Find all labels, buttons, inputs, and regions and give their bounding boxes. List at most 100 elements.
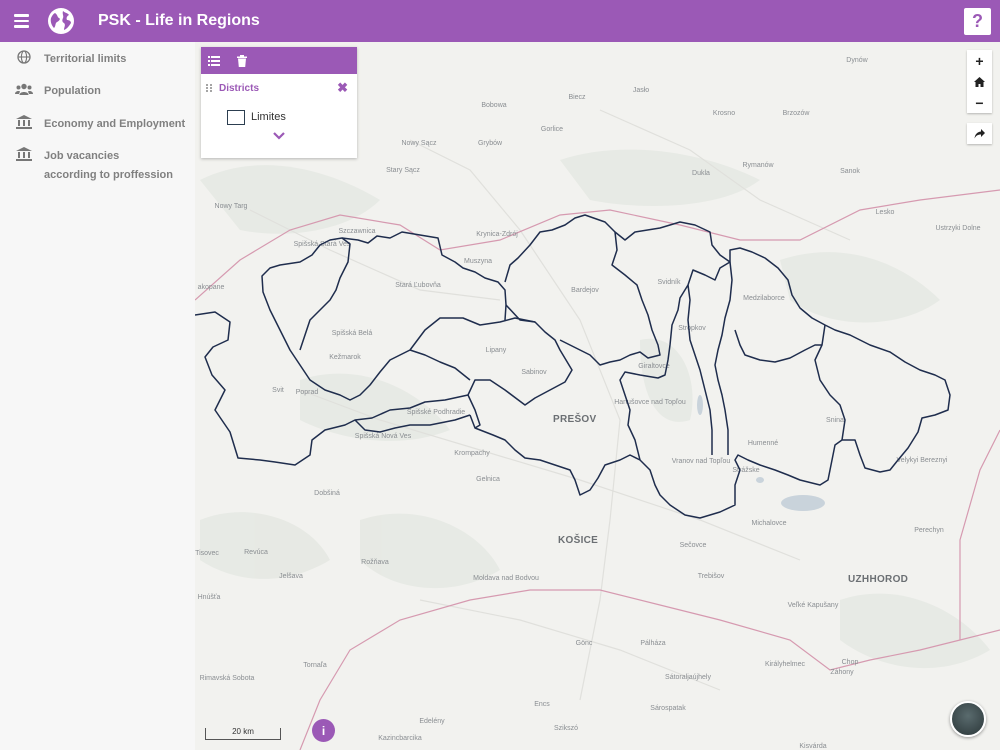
- place-label: Edelény: [419, 718, 445, 725]
- menu-icon[interactable]: [0, 0, 42, 42]
- layer-item-label: Limites: [251, 111, 286, 123]
- place-label: Stará Ľubovňa: [395, 282, 441, 289]
- place-label: Stropkov: [678, 325, 706, 332]
- place-label: Sečovce: [680, 542, 707, 549]
- place-label: Humenné: [748, 440, 778, 447]
- sidebar-item-label: Job vacancies according to proffession: [44, 150, 173, 181]
- place-label: Jasło: [633, 87, 649, 94]
- bank-icon: [16, 115, 32, 129]
- share-button[interactable]: [967, 123, 992, 144]
- layer-item-limites[interactable]: Limites: [201, 102, 357, 132]
- place-label: Kisvárda: [799, 743, 826, 750]
- place-label: akopane: [198, 284, 225, 291]
- place-label: Spišské Podhradie: [407, 409, 465, 416]
- layer-group-row: Districts ✖: [201, 74, 357, 102]
- list-icon[interactable]: [208, 55, 220, 67]
- place-label: Medzilaborce: [743, 295, 785, 302]
- top-bar: PSK - Life in Regions ?: [0, 0, 1000, 42]
- place-label: Kazincbarcika: [378, 735, 422, 742]
- place-label: Gönc: [576, 640, 593, 647]
- zoom-out-button[interactable]: −: [967, 92, 992, 113]
- close-icon[interactable]: ✖: [337, 80, 348, 96]
- home-button[interactable]: [967, 71, 992, 92]
- help-button[interactable]: ?: [964, 8, 991, 35]
- sidebar-item-population[interactable]: Population: [0, 76, 101, 101]
- info-button[interactable]: i: [312, 719, 335, 742]
- globe-icon: [17, 50, 31, 64]
- place-label: Krynica-Zdrój: [476, 231, 518, 238]
- share-arrow-icon: [974, 128, 985, 138]
- sidebar-item-territorial-limits[interactable]: Territorial limits: [0, 44, 126, 69]
- place-label: Lesko: [876, 209, 895, 216]
- region-label: UZHHOROD: [848, 574, 908, 585]
- share-control: [967, 123, 992, 144]
- place-label: Muszyna: [464, 258, 492, 265]
- place-label: Bobowa: [481, 102, 506, 109]
- region-label: PREŠOV: [553, 412, 597, 425]
- place-label: Krompachy: [454, 450, 490, 457]
- place-label: Grybów: [478, 140, 503, 147]
- place-label: Moldava nad Bodvou: [473, 575, 539, 582]
- baselayer-switcher-button[interactable]: [950, 701, 986, 737]
- place-label: Rožňava: [361, 559, 389, 566]
- place-label: Záhony: [830, 669, 854, 676]
- map-controls: + −: [967, 50, 992, 113]
- layer-panel: Districts ✖ Limites: [201, 47, 357, 158]
- place-label: Jelšava: [279, 573, 303, 580]
- place-label: Svidník: [658, 279, 681, 286]
- place-label: Nowy Targ: [215, 203, 248, 210]
- sidebar-item-economy[interactable]: Economy and Employment: [0, 109, 185, 134]
- place-label: Strážske: [732, 467, 759, 474]
- users-icon: [15, 83, 33, 95]
- zoom-in-button[interactable]: +: [967, 50, 992, 71]
- place-label: Kežmarok: [329, 354, 361, 361]
- place-label: Chop: [842, 659, 859, 666]
- place-label: Giraltovce: [638, 363, 670, 370]
- layer-group-title[interactable]: Districts: [219, 83, 337, 94]
- place-label: Pálháza: [640, 640, 665, 647]
- bank-icon: [16, 147, 32, 161]
- drag-handle-icon[interactable]: [205, 83, 213, 93]
- place-label: Encs: [534, 701, 550, 708]
- place-label: Velykyi Bereznyi: [897, 457, 948, 464]
- place-label: Sátoraljaújhely: [665, 674, 711, 681]
- place-label: Tisovec: [195, 550, 219, 557]
- region-label: KOŠICE: [558, 533, 598, 546]
- home-icon: [974, 76, 985, 87]
- place-label: Dukla: [692, 170, 710, 177]
- place-label: Bardejov: [571, 287, 599, 294]
- place-label: Dynów: [846, 57, 868, 64]
- place-label: Szczawnica: [339, 228, 376, 235]
- place-label: Sárospatak: [650, 705, 686, 712]
- place-label: Lipany: [486, 347, 507, 354]
- place-label: Tornaľa: [303, 662, 327, 669]
- place-label: Veľké Kapušany: [788, 602, 839, 609]
- place-label: Ustrzyki Dolne: [935, 225, 980, 232]
- place-label: Stary Sącz: [386, 167, 420, 174]
- app-title: PSK - Life in Regions: [98, 12, 260, 29]
- place-label: Rymanów: [742, 162, 774, 169]
- place-label: Nowy Sącz: [401, 140, 437, 147]
- place-label: Hnúšťa: [198, 594, 221, 601]
- place-label: Trebišov: [698, 573, 725, 580]
- globe-logo-icon: [48, 8, 74, 34]
- layer-checkbox[interactable]: [227, 109, 245, 125]
- place-label: Gorlice: [541, 126, 563, 133]
- place-label: Krosno: [713, 110, 735, 117]
- place-label: Sanok: [840, 168, 860, 175]
- place-label: Rimavská Sobota: [200, 675, 255, 682]
- place-label: Vranov nad Topľou: [672, 458, 731, 465]
- place-label: Perechyn: [914, 527, 944, 534]
- sidebar-item-job-vacancies[interactable]: Job vacancies according to proffession: [0, 141, 174, 185]
- scale-bar: 20 km: [205, 728, 281, 740]
- trash-icon[interactable]: [236, 54, 248, 67]
- chevron-down-icon[interactable]: [201, 132, 357, 152]
- sidebar-item-label: Territorial limits: [44, 53, 127, 65]
- place-label: Poprad: [296, 389, 319, 396]
- place-label: Brzozów: [783, 110, 811, 117]
- place-label: Revúca: [244, 549, 268, 556]
- layer-panel-toolbar: [201, 47, 357, 74]
- place-label: Hanušovce nad Topľou: [614, 399, 686, 406]
- place-label: Sabinov: [521, 369, 547, 376]
- place-label: Michalovce: [751, 520, 786, 527]
